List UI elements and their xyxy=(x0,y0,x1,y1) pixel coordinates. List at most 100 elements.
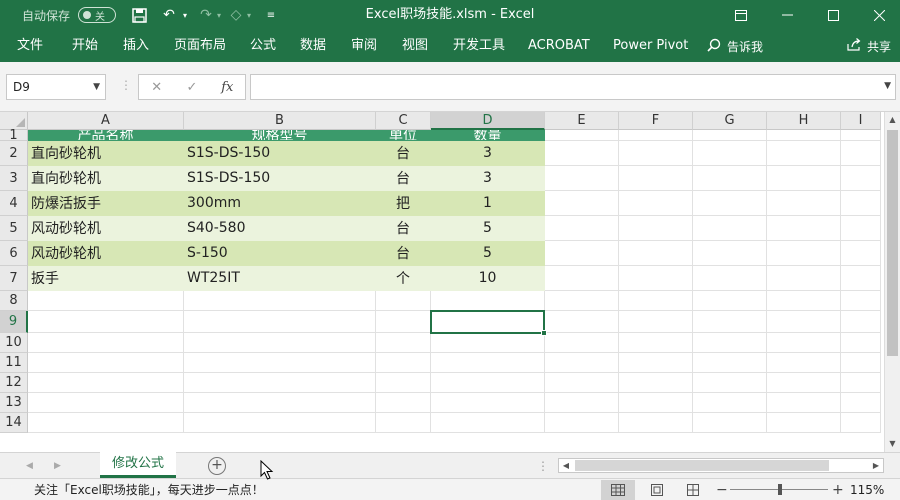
tab-formulas[interactable]: 公式 xyxy=(250,30,276,62)
table-cell[interactable]: 1 xyxy=(431,191,545,216)
next-sheet-icon[interactable]: ▶ xyxy=(54,453,61,479)
cell-i9[interactable] xyxy=(841,311,881,333)
table-cell[interactable]: S-150 xyxy=(184,241,376,266)
table-cell[interactable]: 300mm xyxy=(184,191,376,216)
ribbon-display-icon[interactable] xyxy=(718,0,764,30)
horizontal-scrollbar[interactable]: ◀ ▶ xyxy=(558,458,884,473)
cell-g13[interactable] xyxy=(693,393,767,413)
cell-e2[interactable] xyxy=(545,141,619,166)
vertical-scrollbar[interactable]: ▲ ▼ xyxy=(884,112,900,452)
scroll-down-icon[interactable]: ▼ xyxy=(885,436,900,452)
cell-c9[interactable] xyxy=(376,311,431,333)
row-header-9[interactable]: 9 xyxy=(0,311,28,333)
cell-e5[interactable] xyxy=(545,216,619,241)
cell-e4[interactable] xyxy=(545,191,619,216)
cell-b13[interactable] xyxy=(184,393,376,413)
cell-h4[interactable] xyxy=(767,191,841,216)
cell-b9[interactable] xyxy=(184,311,376,333)
cell-h5[interactable] xyxy=(767,216,841,241)
cell-g5[interactable] xyxy=(693,216,767,241)
row-header-10[interactable]: 10 xyxy=(0,333,28,353)
cell-f11[interactable] xyxy=(619,353,693,373)
cell-g6[interactable] xyxy=(693,241,767,266)
maximize-icon[interactable] xyxy=(810,0,856,30)
cell-f3[interactable] xyxy=(619,166,693,191)
cell-h9[interactable] xyxy=(767,311,841,333)
autosave-toggle[interactable]: 关 xyxy=(78,7,116,23)
cell-d14[interactable] xyxy=(431,413,545,433)
cell-d12[interactable] xyxy=(431,373,545,393)
table-header-cell[interactable]: 数量 xyxy=(431,130,545,141)
column-header-i[interactable]: I xyxy=(841,112,881,130)
cell-c13[interactable] xyxy=(376,393,431,413)
cell-g8[interactable] xyxy=(693,291,767,311)
shape-icon[interactable]: ◇ xyxy=(226,0,246,30)
horizontal-scroll-thumb[interactable] xyxy=(575,460,829,471)
column-header-a[interactable]: A xyxy=(28,112,184,130)
cell-g10[interactable] xyxy=(693,333,767,353)
cell-d8[interactable] xyxy=(431,291,545,311)
customize-toolbar-icon[interactable]: ≡ xyxy=(264,0,278,30)
cell-c12[interactable] xyxy=(376,373,431,393)
cell-c11[interactable] xyxy=(376,353,431,373)
close-icon[interactable] xyxy=(856,0,900,30)
tab-power-pivot[interactable]: Power Pivot xyxy=(613,30,688,62)
cell-a9[interactable] xyxy=(28,311,184,333)
cell-i14[interactable] xyxy=(841,413,881,433)
cell-a8[interactable] xyxy=(28,291,184,311)
cell-f4[interactable] xyxy=(619,191,693,216)
shape-dropdown-icon[interactable]: ▾ xyxy=(244,0,254,30)
cell-c14[interactable] xyxy=(376,413,431,433)
cell-e7[interactable] xyxy=(545,266,619,291)
table-cell[interactable]: 风动砂轮机 xyxy=(28,216,184,241)
share-button[interactable]: 共享 xyxy=(847,30,891,62)
cell-f9[interactable] xyxy=(619,311,693,333)
cell-h3[interactable] xyxy=(767,166,841,191)
table-cell[interactable]: 3 xyxy=(431,141,545,166)
cell-e10[interactable] xyxy=(545,333,619,353)
table-header-cell[interactable]: 单位 xyxy=(376,130,431,141)
tab-view[interactable]: 视图 xyxy=(402,30,428,62)
minimize-icon[interactable] xyxy=(764,0,810,30)
cell-g9[interactable] xyxy=(693,311,767,333)
cell-h6[interactable] xyxy=(767,241,841,266)
table-cell[interactable]: 5 xyxy=(431,216,545,241)
cell-d13[interactable] xyxy=(431,393,545,413)
cell-a10[interactable] xyxy=(28,333,184,353)
cell-e14[interactable] xyxy=(545,413,619,433)
cell-d10[interactable] xyxy=(431,333,545,353)
cell-h12[interactable] xyxy=(767,373,841,393)
table-cell[interactable]: 5 xyxy=(431,241,545,266)
cell-f10[interactable] xyxy=(619,333,693,353)
column-header-g[interactable]: G xyxy=(693,112,767,130)
cell-h8[interactable] xyxy=(767,291,841,311)
redo-dropdown-icon[interactable]: ▾ xyxy=(214,0,224,30)
cell-f13[interactable] xyxy=(619,393,693,413)
cell-f7[interactable] xyxy=(619,266,693,291)
tab-developer[interactable]: 开发工具 xyxy=(453,30,505,62)
cell-a13[interactable] xyxy=(28,393,184,413)
tab-data[interactable]: 数据 xyxy=(300,30,326,62)
cell-e1[interactable] xyxy=(545,130,619,141)
scroll-up-icon[interactable]: ▲ xyxy=(885,112,900,128)
table-cell[interactable]: 台 xyxy=(376,216,431,241)
cell-b12[interactable] xyxy=(184,373,376,393)
table-cell[interactable]: 直向砂轮机 xyxy=(28,166,184,191)
name-box[interactable]: D9 ▼ xyxy=(6,74,106,100)
table-cell[interactable]: 风动砂轮机 xyxy=(28,241,184,266)
scroll-left-icon[interactable]: ◀ xyxy=(559,459,573,472)
prev-sheet-icon[interactable]: ◀ xyxy=(26,453,33,479)
cell-a11[interactable] xyxy=(28,353,184,373)
cell-g1[interactable] xyxy=(693,130,767,141)
cell-h7[interactable] xyxy=(767,266,841,291)
cancel-icon[interactable]: ✕ xyxy=(139,80,174,95)
save-icon[interactable] xyxy=(128,0,150,30)
table-cell[interactable]: 3 xyxy=(431,166,545,191)
cell-e8[interactable] xyxy=(545,291,619,311)
cell-a14[interactable] xyxy=(28,413,184,433)
table-cell[interactable]: S40-580 xyxy=(184,216,376,241)
cell-i10[interactable] xyxy=(841,333,881,353)
cell-h13[interactable] xyxy=(767,393,841,413)
cell-f1[interactable] xyxy=(619,130,693,141)
cell-i6[interactable] xyxy=(841,241,881,266)
